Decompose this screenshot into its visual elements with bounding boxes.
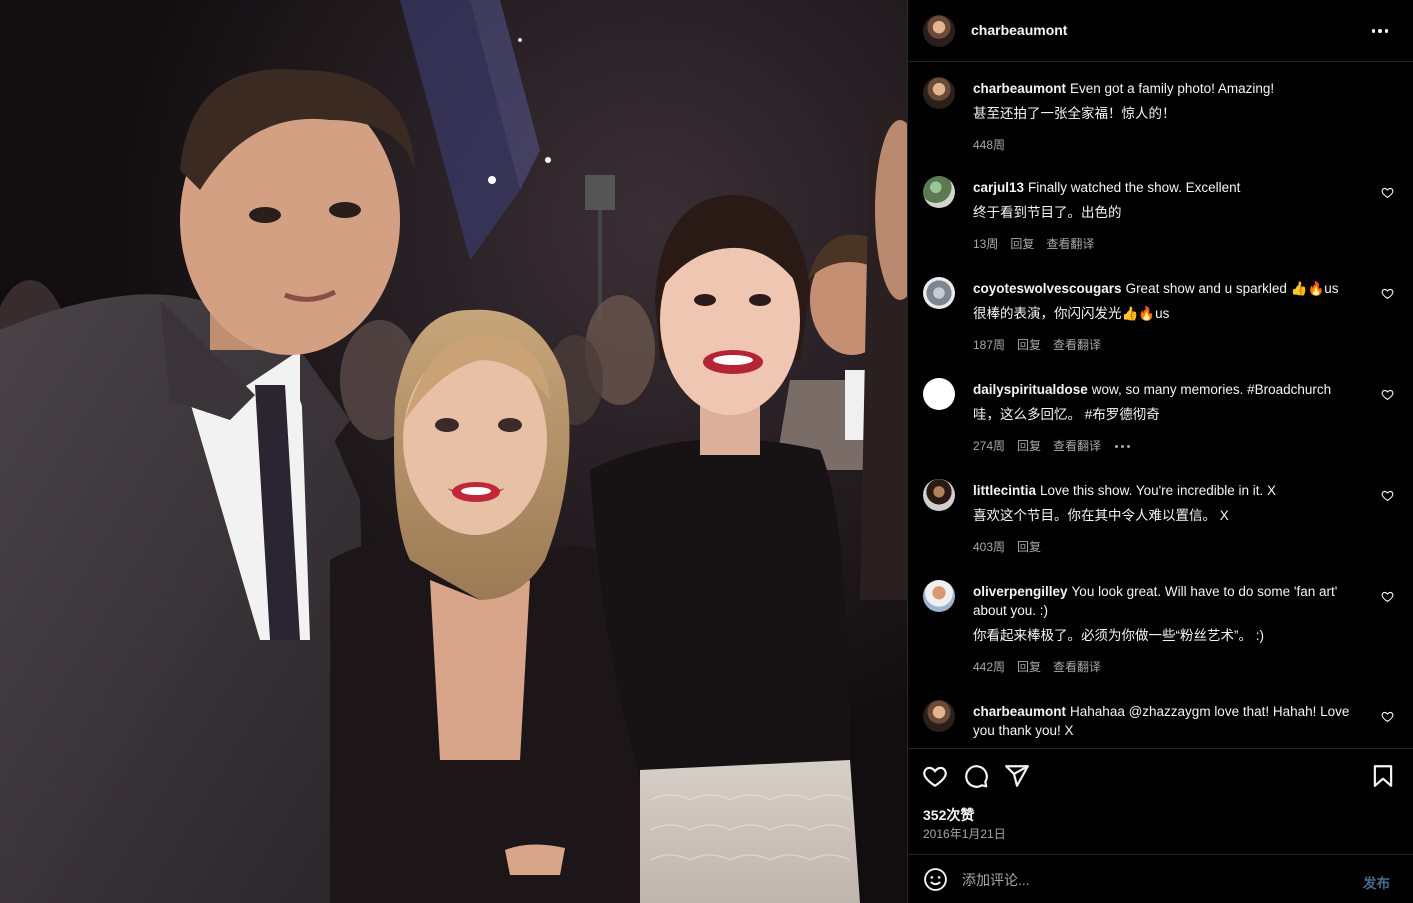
caption-avatar[interactable] [923,77,955,109]
post-comment-button[interactable]: 发布 [1363,872,1390,892]
reply-button[interactable]: 回复 [1010,235,1034,254]
commenter-username[interactable]: charbeaumont [973,704,1066,719]
caption-time: 448周 [973,138,1006,152]
comment-time: 403周 [973,540,1006,554]
comment-text: Great show and u sparkled 👍🔥us [1125,281,1339,296]
comment-text: Love this show. You're incredible in it.… [1040,483,1276,498]
comment-options-icon[interactable] [1115,445,1131,448]
reply-button[interactable]: 回复 [1017,538,1041,557]
add-comment-bar: 发布 [908,854,1413,903]
author-avatar[interactable] [923,15,955,47]
comment-translation: 终于看到节目了。出色的 [973,205,1122,220]
commenter-avatar[interactable] [923,580,955,612]
comment-like-icon[interactable] [1381,388,1394,401]
commenter-avatar[interactable] [923,277,955,309]
see-translation-button[interactable]: 查看翻译 [1046,235,1094,254]
reply-button[interactable]: 回复 [1017,437,1041,456]
comment-text: wow, so many memories. #Broadchurch [1091,382,1332,397]
share-icon[interactable] [1004,763,1030,789]
photo-illustration [0,0,907,903]
reply-button[interactable]: 回复 [1017,658,1041,677]
comment-translation: 哇，这么多回忆。 #布罗德彻奇 [973,407,1160,422]
commenter-avatar[interactable] [923,176,955,208]
comment-time: 187周 [973,338,1006,352]
caption-username[interactable]: charbeaumont [973,81,1066,96]
comment-like-icon[interactable] [1381,186,1394,199]
bookmark-icon[interactable] [1370,763,1396,789]
more-options-icon[interactable] [1368,21,1392,41]
emoji-icon[interactable] [923,867,948,892]
comment-time: 13周 [973,237,999,251]
caption-text: Even got a family photo! Amazing! [1070,81,1275,96]
see-translation-button[interactable]: 查看翻译 [1053,437,1101,456]
comment-translation: 你看起来棒极了。必须为你做一些“粉丝艺术”。 :) [973,628,1264,643]
comment-like-icon[interactable] [1381,710,1394,723]
author-username[interactable]: charbeaumont [971,22,1067,38]
comment-like-icon[interactable] [1381,287,1394,300]
commenter-username[interactable]: coyoteswolvescougars [973,281,1122,296]
comment-text: Finally watched the show. Excellent [1028,180,1241,195]
caption-translation: 甚至还拍了一张全家福！惊人的！ [973,106,1176,121]
commenter-avatar[interactable] [923,479,955,511]
comment-time: 274周 [973,439,1006,453]
heart-icon[interactable] [922,763,948,789]
post-date: 2016年1月21日 [923,827,1006,841]
comment-time: 442周 [973,660,1006,674]
see-translation-button[interactable]: 查看翻译 [1053,658,1101,677]
reply-button[interactable]: 回复 [1017,336,1041,355]
comment-translation: 喜欢这个节目。你在其中令人难以置信。 X [973,508,1229,523]
likes-count[interactable]: 352次赞 [923,805,974,825]
post-actions: 352次赞 2016年1月21日 [908,748,1413,848]
commenter-username[interactable]: oliverpengilley [973,584,1068,599]
post-header: charbeaumont [908,0,1413,62]
commenter-avatar[interactable] [923,378,955,410]
comment-icon[interactable] [963,763,989,789]
commenter-username[interactable]: carjul13 [973,180,1024,195]
commenter-avatar[interactable] [923,700,955,732]
commenter-username[interactable]: littlecintia [973,483,1036,498]
comment-like-icon[interactable] [1381,489,1394,502]
comment-like-icon[interactable] [1381,590,1394,603]
commenter-username[interactable]: dailyspiritualdose [973,382,1088,397]
see-translation-button[interactable]: 查看翻译 [1053,336,1101,355]
comment-input[interactable] [962,867,1342,892]
post-side-panel: charbeaumont charbeaumont Even got a fami… [907,0,1413,903]
post-photo[interactable] [0,0,907,903]
comments-list[interactable]: charbeaumont Even got a family photo! Ama… [908,62,1413,748]
comment-translation: 很棒的表演，你闪闪发光👍🔥us [973,306,1170,321]
